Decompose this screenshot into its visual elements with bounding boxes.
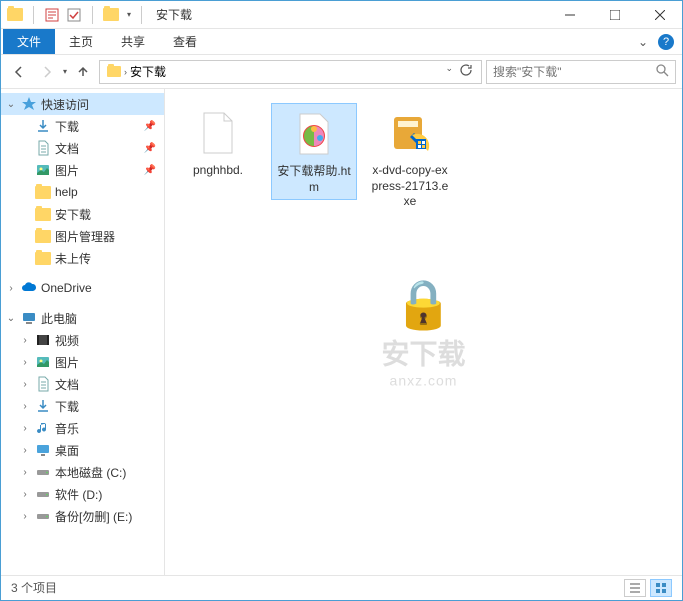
pin-icon: 📌 [144, 121, 156, 132]
sidebar-this-pc[interactable]: ⌄ 此电脑 [1, 307, 164, 329]
pin-icon: 📌 [144, 143, 156, 154]
expand-icon[interactable]: › [5, 283, 17, 294]
help-icon[interactable]: ? [658, 34, 674, 50]
search-box[interactable] [486, 60, 676, 84]
file-type-icon [384, 107, 436, 159]
icons-view-button[interactable] [650, 579, 672, 597]
sidebar-item-pc[interactable]: ›备份[勿删] (E:) [1, 505, 164, 527]
expand-icon[interactable]: ⌄ [5, 99, 17, 110]
forward-button[interactable] [35, 60, 59, 84]
cloud-icon [20, 279, 38, 297]
folder-icon [34, 249, 52, 267]
back-button[interactable] [7, 60, 31, 84]
tab-home[interactable]: 主页 [55, 29, 107, 54]
sidebar-item-pc[interactable]: ›图片 [1, 351, 164, 373]
address-segment[interactable]: 安下载 [127, 63, 169, 80]
file-type-icon [288, 108, 340, 160]
folder-icon [34, 227, 52, 245]
minimize-button[interactable] [547, 1, 592, 29]
sidebar-item-pc[interactable]: ›本地磁盘 (C:) [1, 461, 164, 483]
sidebar-item-pc[interactable]: ›视频 [1, 329, 164, 351]
sidebar-item-quick[interactable]: 未上传 [1, 247, 164, 269]
checkbox-icon[interactable] [66, 7, 82, 23]
file-item[interactable]: 安下载帮助.htm [271, 103, 357, 200]
file-view[interactable]: pnghhbd. 安下载帮助.htm x-dvd-copy-express-2171… [165, 89, 682, 575]
folder-icon [103, 7, 119, 23]
file-label: 安下载帮助.htm [274, 164, 354, 195]
sidebar-quick-access[interactable]: ⌄ 快速访问 [1, 93, 164, 115]
address-root-icon[interactable] [104, 66, 124, 77]
file-label: pnghhbd. [193, 163, 243, 179]
folder-icon [34, 205, 52, 223]
picture-icon [34, 353, 52, 371]
item-count: 3 个项目 [11, 579, 57, 596]
statusbar: 3 个项目 [1, 575, 682, 599]
details-view-button[interactable] [624, 579, 646, 597]
content-area: ⌄ 快速访问 下载📌文档📌图片📌help安下载图片管理器未上传 › OneDri… [1, 89, 682, 575]
qat-dropdown-icon[interactable]: ▾ [127, 10, 131, 19]
document-icon [34, 139, 52, 157]
up-button[interactable] [71, 60, 95, 84]
file-label: x-dvd-copy-express-21713.exe [369, 163, 451, 210]
sidebar-item-pc[interactable]: ›下载 [1, 395, 164, 417]
quick-access-toolbar: ▾ [1, 6, 152, 24]
file-item[interactable]: x-dvd-copy-express-21713.exe [367, 103, 453, 214]
address-bar[interactable]: › 安下载 ⌄ [99, 60, 482, 84]
sidebar-item-quick[interactable]: help [1, 181, 164, 203]
tab-view[interactable]: 查看 [159, 29, 211, 54]
sidebar-item-pc[interactable]: ›桌面 [1, 439, 164, 461]
sidebar-item-pc[interactable]: ›音乐 [1, 417, 164, 439]
download-icon [34, 117, 52, 135]
sidebar-item-quick[interactable]: 下载📌 [1, 115, 164, 137]
video-icon [34, 331, 52, 349]
tab-share[interactable]: 共享 [107, 29, 159, 54]
desktop-icon [34, 441, 52, 459]
sidebar-onedrive[interactable]: › OneDrive [1, 277, 164, 299]
search-icon[interactable] [655, 63, 669, 80]
sidebar-item-pc[interactable]: ›软件 (D:) [1, 483, 164, 505]
sidebar-item-quick[interactable]: 文档📌 [1, 137, 164, 159]
maximize-button[interactable] [592, 1, 637, 29]
titlebar: ▾ 安下载 [1, 1, 682, 29]
watermark: 🔒 安下载 anxz.com [381, 276, 465, 389]
folder-app-icon [7, 7, 23, 23]
refresh-icon[interactable] [459, 63, 473, 80]
properties-icon[interactable] [44, 7, 60, 23]
close-button[interactable] [637, 1, 682, 29]
tab-file[interactable]: 文件 [3, 29, 55, 54]
file-type-icon [192, 107, 244, 159]
star-icon [20, 95, 38, 113]
history-dropdown-icon[interactable]: ▾ [63, 67, 67, 76]
sidebar-item-quick[interactable]: 安下载 [1, 203, 164, 225]
window-title: 安下载 [152, 6, 547, 23]
folder-icon [34, 183, 52, 201]
download-icon [34, 397, 52, 415]
sidebar-item-pc[interactable]: ›文档 [1, 373, 164, 395]
picture-icon [34, 161, 52, 179]
sidebar-item-quick[interactable]: 图片管理器 [1, 225, 164, 247]
music-icon [34, 419, 52, 437]
pc-icon [20, 309, 38, 327]
file-item[interactable]: pnghhbd. [175, 103, 261, 183]
address-dropdown-icon[interactable]: ⌄ [445, 63, 453, 80]
sidebar-item-quick[interactable]: 图片📌 [1, 159, 164, 181]
sidebar: ⌄ 快速访问 下载📌文档📌图片📌help安下载图片管理器未上传 › OneDri… [1, 89, 165, 575]
ribbon-expand-icon[interactable]: ⌄ [638, 35, 648, 49]
document-icon [34, 375, 52, 393]
ribbon-tabs: 文件 主页 共享 查看 ⌄ ? [1, 29, 682, 55]
drive-icon [34, 507, 52, 525]
search-input[interactable] [493, 65, 655, 79]
expand-icon[interactable]: ⌄ [5, 313, 17, 324]
pin-icon: 📌 [144, 165, 156, 176]
navbar: ▾ › 安下载 ⌄ [1, 55, 682, 89]
drive-icon [34, 463, 52, 481]
drive-icon [34, 485, 52, 503]
